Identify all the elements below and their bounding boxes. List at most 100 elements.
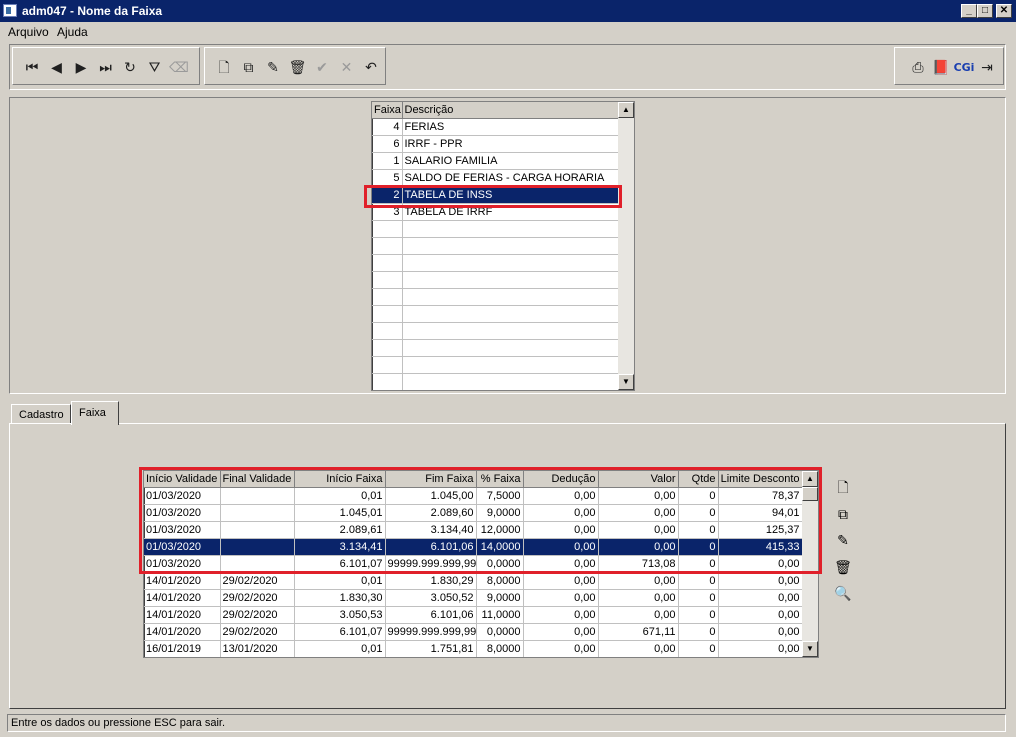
- limite-desconto-cell: 0,00: [718, 589, 803, 607]
- fim-faixa-cell: 99999.999.999,99: [385, 555, 477, 573]
- toolbar: ⏮ ◀ ▶ ⏭ ↻ ⛛ ⌫ 🗋 ⧉ ✎ 🗑 ✔ ✕ ↶ ⎙ 📕 CGi ⇥: [9, 44, 1006, 90]
- list-item[interactable]: 2 TABELA DE INSS: [372, 186, 619, 204]
- delete-icon[interactable]: 🗑: [287, 58, 309, 78]
- table-row[interactable]: 14/01/2020 29/02/2020 3.050,53 6.101,06 11,0…: [144, 606, 803, 624]
- clear-filter-icon[interactable]: ⌫: [168, 58, 190, 78]
- column-header-fim-faixa[interactable]: Fim Faixa: [385, 471, 477, 488]
- scroll-up-button[interactable]: ▲: [618, 102, 634, 118]
- final-validade-cell: 29/02/2020: [220, 623, 295, 641]
- edit-icon[interactable]: ✎: [262, 58, 284, 78]
- faixa-list-grid[interactable]: Faixa Descrição 4 FERIAS 6 IRRF - PPR 1 SALAR…: [371, 101, 635, 391]
- column-header-limite-desconto[interactable]: Limite Desconto: [718, 471, 803, 488]
- minimize-button[interactable]: _: [961, 4, 977, 18]
- list-item[interactable]: 4 FERIAS: [372, 118, 619, 136]
- qtde-cell: 0: [678, 487, 719, 505]
- new-icon[interactable]: 🗋: [213, 58, 235, 78]
- list-item[interactable]: [372, 288, 619, 306]
- last-record-icon[interactable]: ⏭: [95, 58, 117, 78]
- list-item[interactable]: [372, 271, 619, 289]
- list-item[interactable]: [372, 237, 619, 255]
- list-item[interactable]: [372, 254, 619, 272]
- column-header-deducao[interactable]: Dedução: [523, 471, 599, 488]
- descricao-cell: [402, 237, 619, 255]
- scroll-down-button[interactable]: ▼: [802, 641, 818, 657]
- inicio-validade-cell: 01/03/2020: [144, 538, 221, 556]
- menu-arquivo[interactable]: Arquivo: [8, 25, 49, 39]
- list-item[interactable]: 1 SALARIO FAMILIA: [372, 152, 619, 170]
- refresh-icon[interactable]: ↻: [119, 58, 141, 78]
- list-item[interactable]: [372, 339, 619, 357]
- cgi-logo-icon[interactable]: CGi: [953, 58, 975, 78]
- scroll-thumb[interactable]: [802, 487, 818, 501]
- tab-faixa[interactable]: Faixa: [71, 401, 119, 425]
- column-header-final-validade[interactable]: Final Validade: [220, 471, 295, 488]
- scroll-up-button[interactable]: ▲: [802, 471, 818, 487]
- final-validade-cell: [220, 521, 295, 539]
- print-icon[interactable]: ⎙: [907, 58, 929, 78]
- new-record-icon[interactable]: 🗋: [834, 479, 852, 497]
- undo-icon[interactable]: ↶: [360, 58, 382, 78]
- copy-icon[interactable]: ⧉: [238, 58, 260, 78]
- list-item[interactable]: [372, 220, 619, 238]
- faixa-list-scrollbar[interactable]: ▲ ▼: [618, 102, 634, 390]
- table-row[interactable]: 01/03/2020 0,01 1.045,00 7,5000 0,00 0,00 0 78,…: [144, 487, 803, 505]
- valor-cell: 0,00: [598, 589, 679, 607]
- deducao-cell: 0,00: [523, 504, 599, 522]
- table-row[interactable]: 14/01/2020 29/02/2020 0,01 1.830,29 8,0000 0,…: [144, 572, 803, 590]
- search-record-icon[interactable]: 🔍: [834, 585, 852, 603]
- table-row[interactable]: 01/03/2020 1.045,01 2.089,60 9,0000 0,00 0,00…: [144, 504, 803, 522]
- close-button[interactable]: ✕: [996, 4, 1012, 18]
- inicio-validade-cell: 16/01/2019: [144, 640, 221, 657]
- list-item[interactable]: [372, 305, 619, 323]
- confirm-icon[interactable]: ✔: [311, 58, 333, 78]
- menu-bar: Arquivo Ajuda: [0, 22, 1016, 40]
- help-book-icon[interactable]: 📕: [930, 58, 952, 78]
- list-item[interactable]: [372, 322, 619, 340]
- list-item[interactable]: 6 IRRF - PPR: [372, 135, 619, 153]
- descricao-cell: SALDO DE FERIAS - CARGA HORARIA: [402, 169, 619, 187]
- list-item[interactable]: [372, 356, 619, 374]
- column-header-descricao[interactable]: Descrição: [402, 102, 619, 119]
- final-validade-cell: 13/01/2020: [220, 640, 295, 657]
- table-row[interactable]: 14/01/2020 29/02/2020 6.101,07 99999.999.99…: [144, 623, 803, 641]
- filter-icon[interactable]: ⛛: [144, 58, 166, 78]
- cancel-icon[interactable]: ✕: [336, 58, 358, 78]
- column-header-faixa[interactable]: Faixa: [372, 102, 403, 119]
- scroll-down-button[interactable]: ▼: [618, 374, 634, 390]
- column-header-qtde[interactable]: Qtde: [678, 471, 719, 488]
- copy-record-icon[interactable]: ⧉: [834, 506, 852, 524]
- fim-faixa-cell: 1.751,81: [385, 640, 477, 657]
- next-record-icon[interactable]: ▶: [70, 58, 92, 78]
- table-row[interactable]: 01/03/2020 2.089,61 3.134,40 12,0000 0,00 0,0…: [144, 521, 803, 539]
- list-item[interactable]: [372, 373, 619, 390]
- faixa-detail-grid[interactable]: Início Validade Final Validade Início Faix…: [143, 470, 819, 658]
- table-row[interactable]: 14/01/2020 29/02/2020 1.830,30 3.050,52 9,00…: [144, 589, 803, 607]
- edit-record-icon[interactable]: ✎: [834, 532, 852, 550]
- list-item[interactable]: 3 TABELA DE IRRF: [372, 203, 619, 221]
- deducao-cell: 0,00: [523, 538, 599, 556]
- faixa-cell: 2: [372, 186, 403, 204]
- pct-faixa-cell: 8,0000: [476, 572, 524, 590]
- table-row[interactable]: 16/01/2019 13/01/2020 0,01 1.751,81 8,0000 0,…: [144, 640, 803, 657]
- pct-faixa-cell: 8,0000: [476, 640, 524, 657]
- first-record-icon[interactable]: ⏮: [21, 58, 43, 78]
- prev-record-icon[interactable]: ◀: [46, 58, 68, 78]
- delete-record-icon[interactable]: 🗑: [834, 559, 852, 577]
- column-header-valor[interactable]: Valor: [598, 471, 679, 488]
- final-validade-cell: [220, 555, 295, 573]
- list-item[interactable]: 5 SALDO DE FERIAS - CARGA HORARIA: [372, 169, 619, 187]
- tab-cadastro[interactable]: Cadastro: [11, 404, 71, 424]
- pct-faixa-cell: 11,0000: [476, 606, 524, 624]
- faixa-grid-scrollbar[interactable]: ▲ ▼: [802, 471, 818, 657]
- faixa-cell: [372, 271, 403, 289]
- column-header-pct-faixa[interactable]: % Faixa: [476, 471, 524, 488]
- column-header-inicio-validade[interactable]: Início Validade: [144, 471, 221, 488]
- maximize-button[interactable]: □: [977, 4, 993, 18]
- menu-ajuda[interactable]: Ajuda: [57, 25, 88, 39]
- descricao-cell: [402, 373, 619, 390]
- table-row[interactable]: 01/03/2020 6.101,07 99999.999.999,99 0,0000…: [144, 555, 803, 573]
- column-header-inicio-faixa[interactable]: Início Faixa: [294, 471, 386, 488]
- exit-icon[interactable]: ⇥: [976, 58, 998, 78]
- qtde-cell: 0: [678, 623, 719, 641]
- table-row[interactable]: 01/03/2020 3.134,41 6.101,06 14,0000 0,00 0,0…: [144, 538, 803, 556]
